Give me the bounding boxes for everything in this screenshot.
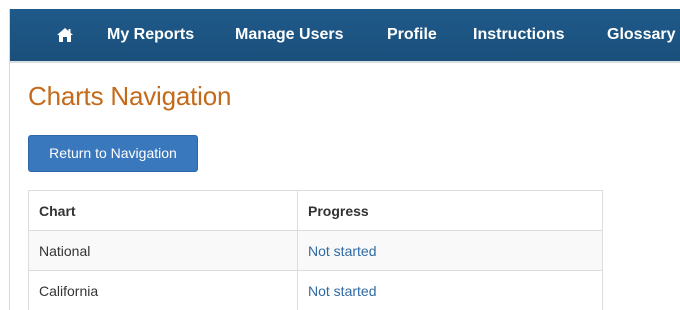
progress-cell: Not started [297,270,603,310]
nav-item-profile[interactable]: Profile [387,9,437,61]
nav-home[interactable] [53,9,77,61]
column-header-chart: Chart [28,190,298,231]
nav-item-manage-users[interactable]: Manage Users [235,9,344,61]
nav-item-glossary[interactable]: Glossary [607,9,675,61]
progress-link[interactable]: Not started [308,283,376,299]
app-window: My Reports Manage Users Profile Instruct… [9,9,680,310]
charts-table: Chart Progress National Not started Cali… [28,190,603,310]
chart-name-cell: National [28,230,298,271]
table-row: National Not started [28,230,603,271]
progress-link[interactable]: Not started [308,243,376,259]
nav-item-my-reports[interactable]: My Reports [107,9,194,61]
top-navbar: My Reports Manage Users Profile Instruct… [10,9,680,63]
page-title: Charts Navigation [28,81,232,111]
table-header-row: Chart Progress [28,190,603,231]
nav-item-instructions[interactable]: Instructions [473,9,565,61]
progress-cell: Not started [297,230,603,271]
return-to-navigation-button[interactable]: Return to Navigation [28,135,198,172]
table-row: California Not started [28,270,603,310]
chart-name-cell: California [28,270,298,310]
home-icon [56,27,74,43]
column-header-progress: Progress [297,190,603,231]
